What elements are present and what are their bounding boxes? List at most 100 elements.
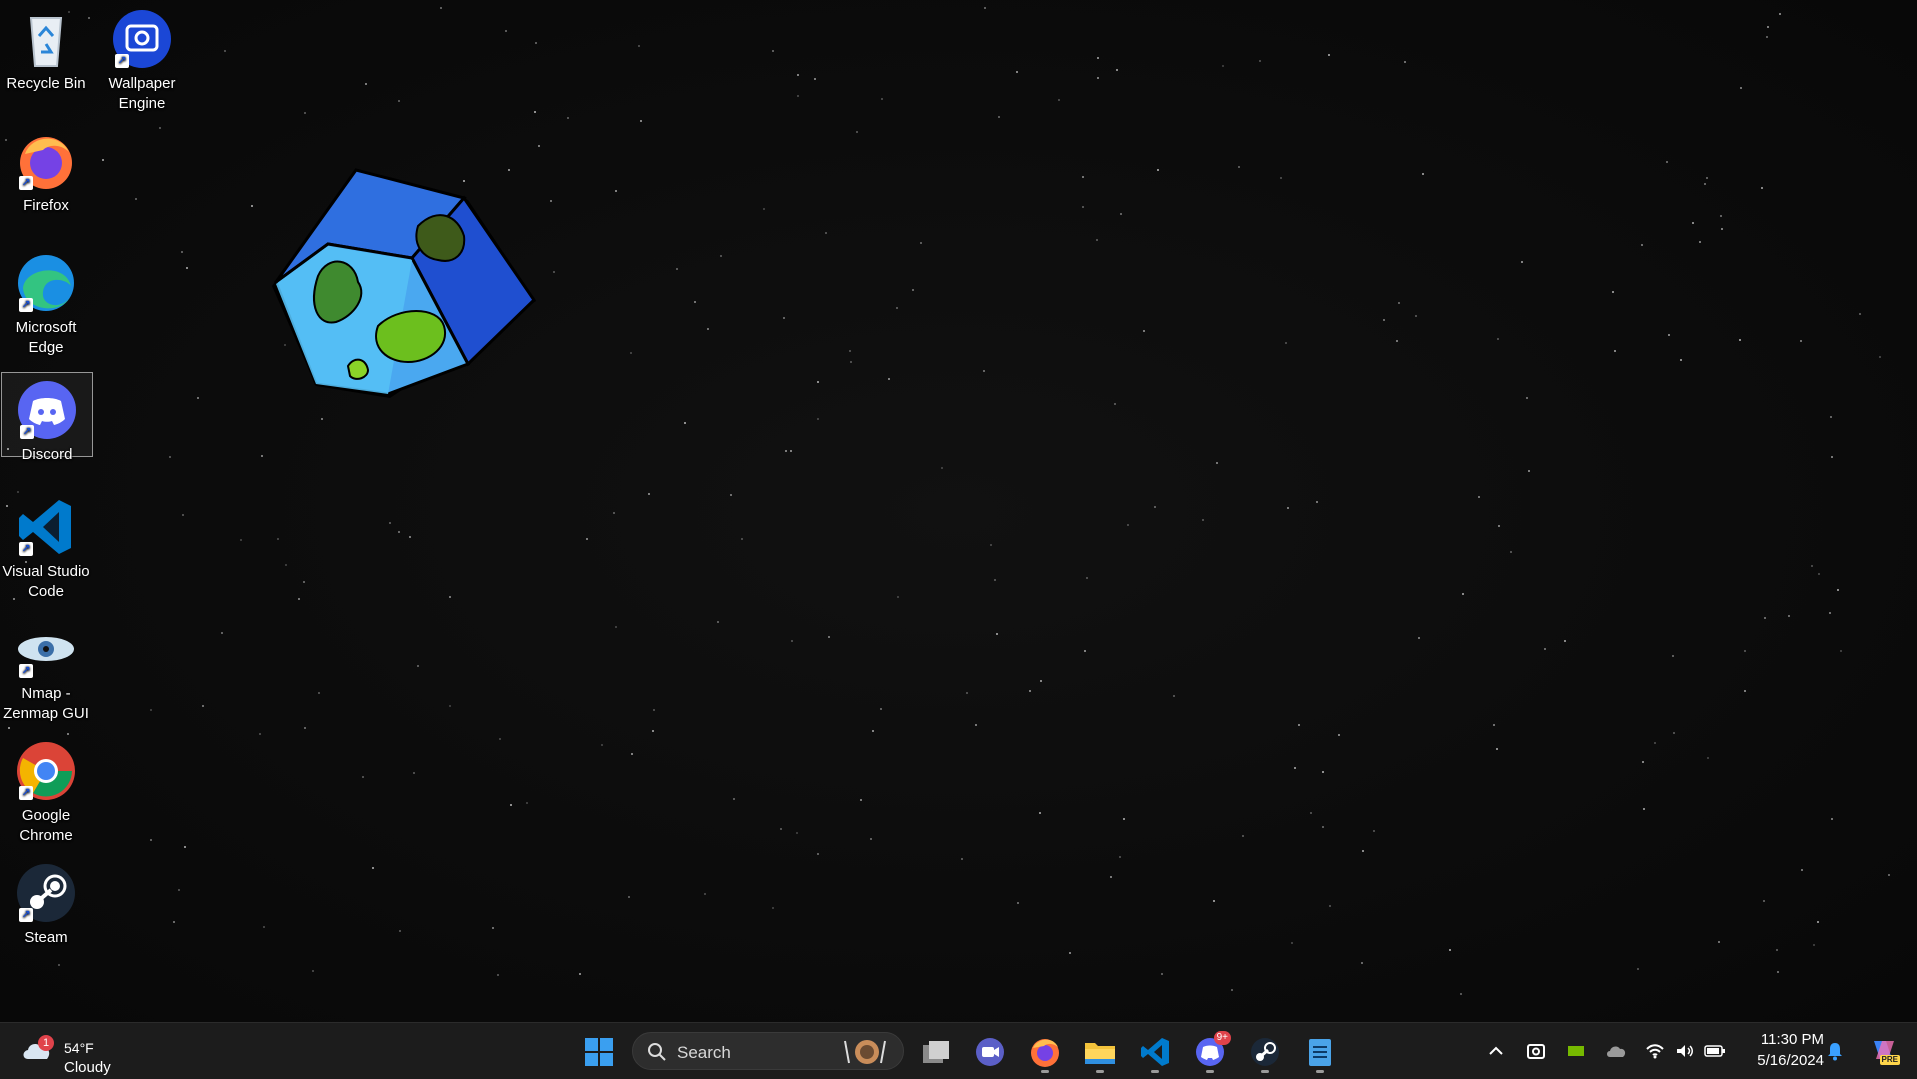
star-dot (1084, 650, 1086, 652)
taskbar-discord[interactable]: 9+ (1187, 1029, 1233, 1075)
clock-time: 11:30 PM (1760, 1031, 1824, 1048)
star-dot (717, 621, 719, 623)
taskbar-search[interactable]: Search (632, 1032, 904, 1070)
star-dot (1329, 905, 1331, 907)
star-dot (1373, 830, 1375, 832)
star-dot (1127, 524, 1129, 526)
desktop-icon-discord[interactable]: ↗ Discord (1, 372, 93, 463)
star-dot (1744, 650, 1746, 652)
tray-clock[interactable]: 11:30 PM 5/16/2024 (1742, 1031, 1824, 1069)
show-hidden-icons-button[interactable] (1484, 1039, 1508, 1063)
star-dot (1879, 356, 1881, 358)
star-dot (763, 208, 765, 210)
star-dot (1641, 244, 1643, 246)
desktop-icon-edge[interactable]: ↗ Microsoft Edge (0, 246, 92, 358)
star-dot (1096, 239, 1098, 241)
notification-center-button[interactable] (1823, 1039, 1847, 1063)
star-dot (814, 78, 816, 80)
star-dot (1310, 812, 1312, 814)
star-dot (825, 232, 827, 234)
star-dot (417, 665, 419, 667)
tray-nvidia[interactable] (1564, 1039, 1588, 1063)
tray-volume[interactable] (1673, 1039, 1697, 1063)
desktop-icon-wallpaper-engine[interactable]: ↗ Wallpaper Engine (96, 2, 188, 114)
desktop-icon-vscode[interactable]: ↗ Visual Studio Code (0, 490, 92, 602)
star-dot (526, 802, 528, 804)
star-dot (1097, 57, 1099, 59)
star-dot (694, 301, 696, 303)
onedrive-icon (1607, 1046, 1626, 1057)
star-dot (1086, 577, 1088, 579)
taskbar-steam[interactable] (1242, 1029, 1288, 1075)
taskbar-notepad[interactable] (1297, 1029, 1343, 1075)
tray-wifi[interactable] (1643, 1039, 1667, 1063)
star-dot (1161, 973, 1163, 975)
star-dot (998, 116, 1000, 118)
running-indicator (1151, 1070, 1159, 1073)
taskbar-vscode[interactable] (1132, 1029, 1178, 1075)
desktop-icon-label: Steam (24, 929, 68, 946)
firefox-icon (1031, 1039, 1059, 1067)
star-dot (184, 846, 186, 848)
star-dot (797, 95, 799, 97)
star-dot (975, 724, 977, 726)
star-dot (150, 839, 152, 841)
star-dot (1614, 350, 1616, 352)
star-dot (1654, 742, 1656, 744)
star-dot (1813, 944, 1815, 946)
desktop-icon-zenmap[interactable]: ↗ Nmap - Zenmap GUI (0, 612, 92, 724)
tray-battery[interactable] (1703, 1039, 1727, 1063)
taskbar-task-view[interactable] (913, 1029, 959, 1075)
star-dot (1720, 215, 1722, 217)
weather-temperature: 54°F (64, 1040, 94, 1056)
star-dot (772, 907, 774, 909)
desktop-icon-chrome[interactable]: ↗ Google Chrome (0, 734, 92, 846)
star-dot (186, 267, 188, 269)
desktop-icon-recycle-bin[interactable]: Recycle Bin (0, 2, 92, 94)
star-dot (304, 112, 306, 114)
cube-planet-artwork (272, 168, 536, 398)
clock-date: 5/16/2024 (1757, 1052, 1824, 1069)
star-dot (197, 397, 199, 399)
star-dot (1478, 496, 1480, 498)
taskbar-teams[interactable] (967, 1029, 1013, 1075)
tray-onedrive[interactable] (1604, 1039, 1628, 1063)
shortcut-arrow-icon: ↗ (115, 54, 129, 68)
tray-screenshot[interactable] (1524, 1039, 1548, 1063)
star-dot (1818, 573, 1820, 575)
copilot-button[interactable]: PRE (1866, 1035, 1900, 1065)
windows-logo-icon (585, 1038, 613, 1066)
star-dot (796, 832, 798, 834)
star-dot (704, 893, 706, 895)
star-dot (372, 867, 374, 869)
star-dot (1242, 835, 1244, 837)
star-dot (449, 596, 451, 598)
star-dot (850, 361, 852, 363)
star-dot (1718, 941, 1720, 943)
desktop-icon-label: Recycle Bin (6, 75, 86, 92)
star-dot (553, 271, 555, 273)
star-dot (994, 579, 996, 581)
shortcut-arrow-icon: ↗ (20, 425, 34, 439)
star-dot (615, 190, 617, 192)
star-dot (1672, 655, 1674, 657)
discord-notification-badge: 9+ (1213, 1031, 1231, 1045)
star-dot (1291, 942, 1293, 944)
taskbar-firefox[interactable] (1022, 1029, 1068, 1075)
taskbar-file-explorer[interactable] (1077, 1029, 1123, 1075)
star-dot (1493, 724, 1495, 726)
star-dot (1316, 501, 1318, 503)
star-dot (440, 7, 442, 9)
star-dot (912, 289, 914, 291)
desktop[interactable]: Recycle Bin ↗ Wallpaper Engine ↗ Firefox… (0, 0, 1917, 1022)
star-dot (1259, 60, 1261, 62)
star-dot (1069, 952, 1071, 954)
notepad-icon (1309, 1039, 1331, 1066)
star-dot (872, 730, 874, 732)
start-button[interactable] (576, 1029, 622, 1075)
desktop-icon-steam[interactable]: ↗ Steam (0, 856, 92, 948)
star-dot (1496, 748, 1498, 750)
star-dot (1294, 767, 1296, 769)
desktop-icon-firefox[interactable]: ↗ Firefox (0, 124, 92, 216)
star-dot (1462, 593, 1464, 595)
